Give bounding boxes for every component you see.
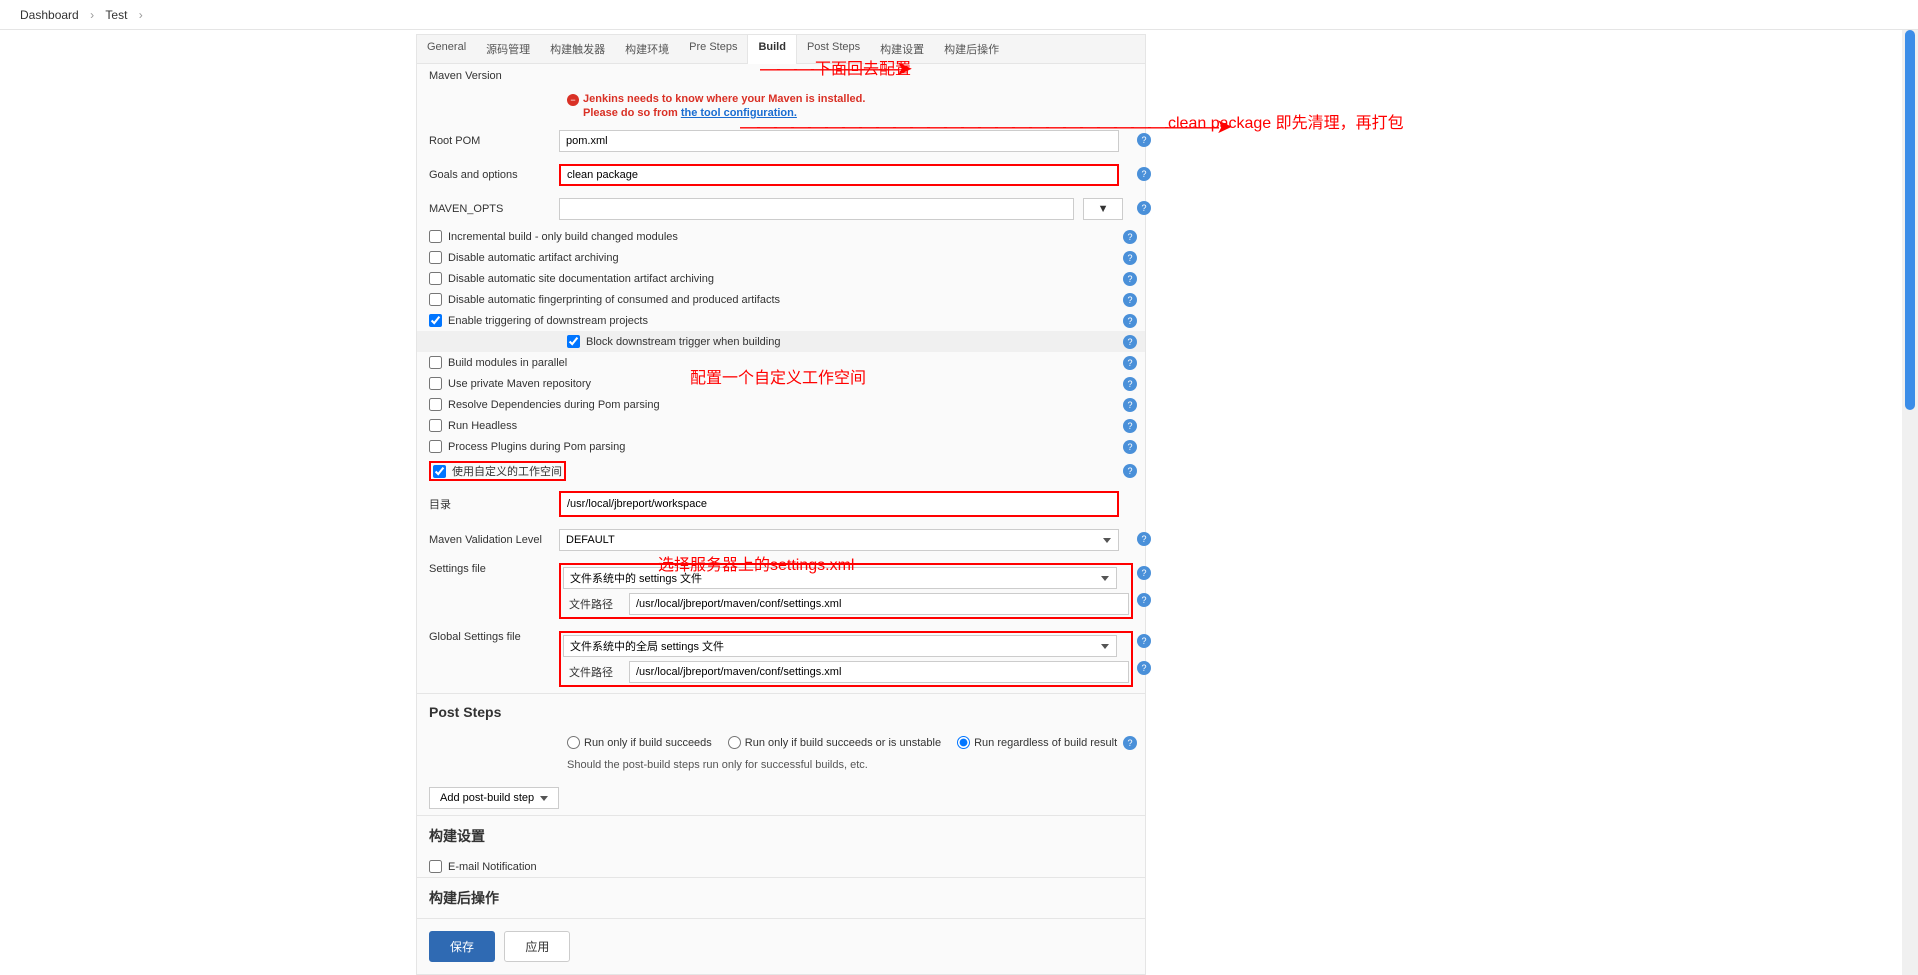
- custom-workspace-check[interactable]: [433, 465, 446, 478]
- help-icon[interactable]: ?: [1123, 272, 1137, 286]
- help-icon[interactable]: ?: [1123, 293, 1137, 307]
- expand-button[interactable]: ▼: [1083, 198, 1123, 220]
- tab-env[interactable]: 构建环境: [615, 35, 679, 63]
- add-post-build-button[interactable]: Add post-build step: [429, 787, 559, 809]
- disable-artifact-check[interactable]: [429, 251, 442, 264]
- global-settings-label: Global Settings file: [429, 631, 559, 643]
- help-icon[interactable]: ?: [1123, 251, 1137, 265]
- global-settings-path-label: 文件路径: [569, 664, 629, 680]
- block-trigger-check[interactable]: [567, 335, 580, 348]
- error-icon: −: [567, 94, 579, 106]
- help-icon[interactable]: ?: [1123, 335, 1137, 349]
- private-repo-label: Use private Maven repository: [448, 378, 591, 390]
- custom-workspace-label: 使用自定义的工作空间: [452, 463, 562, 479]
- validation-label: Maven Validation Level: [429, 534, 559, 546]
- tab-post-actions[interactable]: 构建后操作: [934, 35, 1009, 63]
- post-steps-header: Post Steps: [417, 693, 1145, 730]
- maven-opts-label: MAVEN_OPTS: [429, 203, 559, 215]
- post-actions-header: 构建后操作: [417, 877, 1145, 918]
- enable-trigger-label: Enable triggering of downstream projects: [448, 315, 648, 327]
- help-icon[interactable]: ?: [1123, 398, 1137, 412]
- global-settings-select[interactable]: [563, 635, 1117, 657]
- apply-button[interactable]: 应用: [504, 931, 570, 962]
- resolve-deps-label: Resolve Dependencies during Pom parsing: [448, 399, 660, 411]
- post-steps-note: Should the post-build steps run only for…: [417, 755, 1145, 781]
- resolve-deps-check[interactable]: [429, 398, 442, 411]
- breadcrumb-item[interactable]: Dashboard: [20, 8, 79, 22]
- annotation-arrow: ————————————————————————————➤: [740, 114, 1230, 139]
- goals-input[interactable]: [559, 164, 1119, 186]
- help-icon[interactable]: ?: [1123, 736, 1137, 750]
- run-headless-label: Run Headless: [448, 420, 517, 432]
- help-icon[interactable]: ?: [1123, 440, 1137, 454]
- goals-label: Goals and options: [429, 169, 559, 181]
- help-icon[interactable]: ?: [1137, 661, 1151, 675]
- build-parallel-check[interactable]: [429, 356, 442, 369]
- build-settings-header: 构建设置: [417, 815, 1145, 856]
- breadcrumb: Dashboard › Test ›: [0, 0, 1918, 30]
- radio-unstable[interactable]: [728, 736, 741, 749]
- maven-opts-input[interactable]: [559, 198, 1074, 220]
- disable-fingerprint-check[interactable]: [429, 293, 442, 306]
- email-notify-label: E-mail Notification: [448, 861, 537, 873]
- settings-path-label: 文件路径: [569, 596, 629, 612]
- help-icon[interactable]: ?: [1123, 314, 1137, 328]
- global-settings-path-input[interactable]: [629, 661, 1129, 683]
- chevron-right-icon: ›: [90, 8, 94, 22]
- help-icon[interactable]: ?: [1123, 377, 1137, 391]
- private-repo-check[interactable]: [429, 377, 442, 390]
- incremental-check[interactable]: [429, 230, 442, 243]
- maven-version-label: Maven Version: [429, 70, 559, 82]
- run-headless-check[interactable]: [429, 419, 442, 432]
- block-trigger-label: Block downstream trigger when building: [586, 336, 780, 348]
- radio-regardless[interactable]: [957, 736, 970, 749]
- scrollbar[interactable]: [1902, 30, 1918, 975]
- chevron-right-icon: ›: [139, 8, 143, 22]
- disable-artifact-label: Disable automatic artifact archiving: [448, 252, 619, 264]
- annotation-text: clean package 即先清理，再打包: [1168, 109, 1404, 133]
- help-icon[interactable]: ?: [1137, 634, 1151, 648]
- tab-triggers[interactable]: 构建触发器: [540, 35, 615, 63]
- help-icon[interactable]: ?: [1137, 201, 1151, 215]
- build-parallel-label: Build modules in parallel: [448, 357, 567, 369]
- settings-label: Settings file: [429, 563, 559, 575]
- help-icon[interactable]: ?: [1123, 230, 1137, 244]
- help-icon[interactable]: ?: [1137, 593, 1151, 607]
- annotation-text: 选择服务器上的settings.xml: [658, 551, 854, 575]
- incremental-label: Incremental build - only build changed m…: [448, 231, 678, 243]
- annotation-text: 配置一个自定义工作空间: [690, 364, 866, 388]
- help-icon[interactable]: ?: [1123, 419, 1137, 433]
- disable-site-check[interactable]: [429, 272, 442, 285]
- process-plugins-label: Process Plugins during Pom parsing: [448, 441, 625, 453]
- help-icon[interactable]: ?: [1137, 566, 1151, 580]
- help-icon[interactable]: ?: [1123, 464, 1137, 478]
- help-icon[interactable]: ?: [1137, 167, 1151, 181]
- enable-trigger-check[interactable]: [429, 314, 442, 327]
- validation-select[interactable]: [559, 529, 1119, 551]
- root-pom-label: Root POM: [429, 135, 559, 147]
- tab-scm[interactable]: 源码管理: [476, 35, 540, 63]
- dir-label: 目录: [429, 496, 559, 512]
- disable-fingerprint-label: Disable automatic fingerprinting of cons…: [448, 294, 780, 306]
- breadcrumb-item[interactable]: Test: [105, 8, 127, 22]
- disable-site-label: Disable automatic site documentation art…: [448, 273, 714, 285]
- radio-succeeds[interactable]: [567, 736, 580, 749]
- tab-presteps[interactable]: Pre Steps: [679, 35, 747, 63]
- workspace-dir-input[interactable]: [561, 493, 1117, 515]
- scroll-thumb[interactable]: [1905, 30, 1915, 410]
- help-icon[interactable]: ?: [1123, 356, 1137, 370]
- email-notify-check[interactable]: [429, 860, 442, 873]
- annotation-text: 下面回去配置: [815, 55, 911, 79]
- settings-path-input[interactable]: [629, 593, 1129, 615]
- save-button[interactable]: 保存: [429, 931, 495, 962]
- process-plugins-check[interactable]: [429, 440, 442, 453]
- help-icon[interactable]: ?: [1137, 532, 1151, 546]
- tab-general[interactable]: General: [417, 35, 476, 63]
